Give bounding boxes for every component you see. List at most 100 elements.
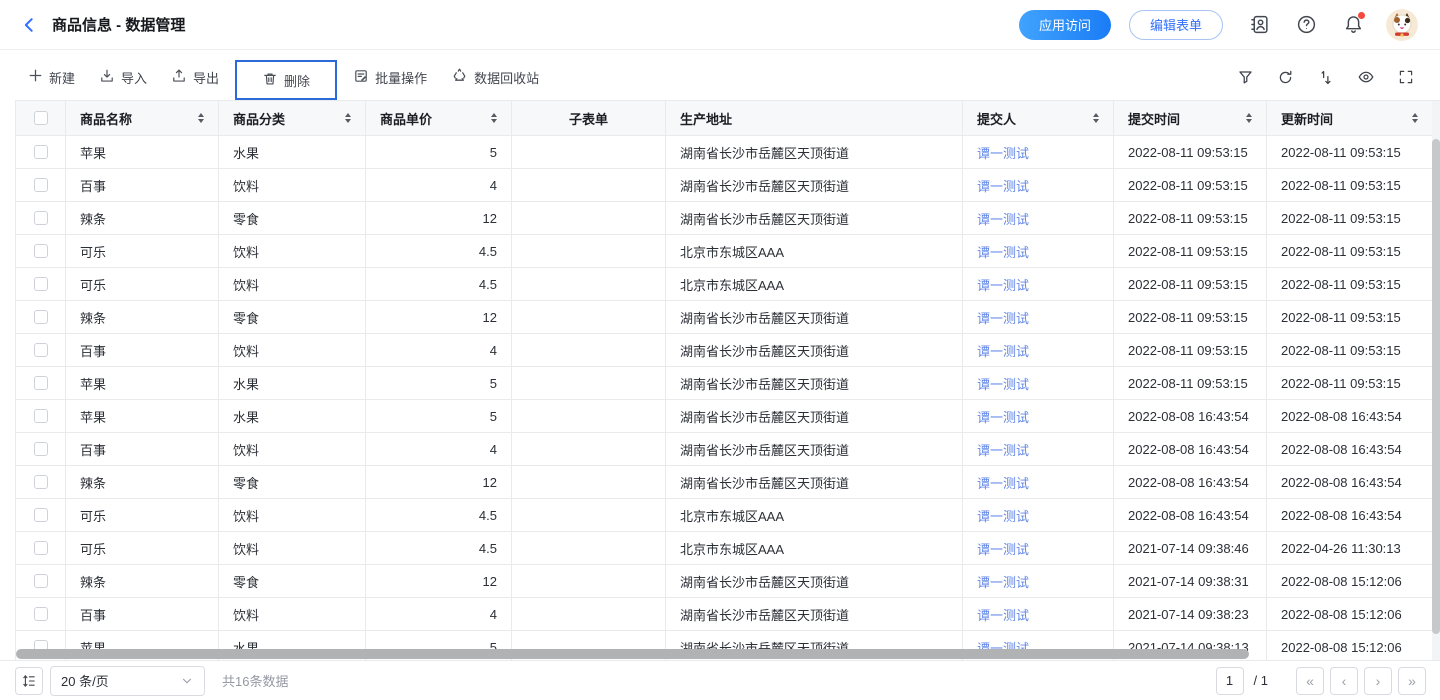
sort-arrows-icon[interactable] xyxy=(198,113,204,123)
table-row[interactable]: 辣条零食12湖南省长沙市岳麓区天顶街道谭一测试2022-08-11 09:53:… xyxy=(16,202,1440,235)
row-checkbox-cell[interactable] xyxy=(16,466,66,499)
vertical-scrollbar-thumb[interactable] xyxy=(1432,139,1440,634)
row-checkbox-cell[interactable] xyxy=(16,334,66,367)
row-checkbox[interactable] xyxy=(34,607,48,621)
row-checkbox-cell[interactable] xyxy=(16,400,66,433)
table-row[interactable]: 可乐饮料4.5北京市东城区AAA谭一测试2022-08-11 09:53:152… xyxy=(16,268,1440,301)
cell-submitter[interactable]: 谭一测试 xyxy=(963,598,1114,631)
prev-page-button[interactable]: ‹ xyxy=(1330,667,1358,695)
bell-icon[interactable] xyxy=(1343,14,1364,35)
row-checkbox-cell[interactable] xyxy=(16,532,66,565)
row-checkbox[interactable] xyxy=(34,211,48,225)
row-checkbox[interactable] xyxy=(34,145,48,159)
filter-icon[interactable] xyxy=(1237,69,1254,86)
row-checkbox-cell[interactable] xyxy=(16,367,66,400)
last-page-button[interactable]: » xyxy=(1398,667,1426,695)
cell-submitter[interactable]: 谭一测试 xyxy=(963,301,1114,334)
row-checkbox-cell[interactable] xyxy=(16,202,66,235)
table-row[interactable]: 苹果水果5湖南省长沙市岳麓区天顶街道谭一测试2022-08-11 09:53:1… xyxy=(16,136,1440,169)
table-row[interactable]: 辣条零食12湖南省长沙市岳麓区天顶街道谭一测试2021-07-14 09:38:… xyxy=(16,565,1440,598)
export-button[interactable]: 导出 xyxy=(171,68,219,87)
table-row[interactable]: 百事饮料4湖南省长沙市岳麓区天顶街道谭一测试2022-08-11 09:53:1… xyxy=(16,169,1440,202)
cell-submitter[interactable]: 谭一测试 xyxy=(963,400,1114,433)
row-checkbox[interactable] xyxy=(34,508,48,522)
select-all-cell[interactable] xyxy=(16,101,66,136)
row-checkbox[interactable] xyxy=(34,409,48,423)
row-checkbox[interactable] xyxy=(34,277,48,291)
eye-icon[interactable] xyxy=(1357,68,1375,86)
row-height-button[interactable] xyxy=(15,667,43,695)
table-row[interactable]: 可乐饮料4.5北京市东城区AAA谭一测试2021-07-14 09:38:462… xyxy=(16,532,1440,565)
row-checkbox[interactable] xyxy=(34,541,48,555)
row-checkbox-cell[interactable] xyxy=(16,136,66,169)
avatar[interactable] xyxy=(1386,9,1418,41)
row-checkbox[interactable] xyxy=(34,475,48,489)
table-row[interactable]: 辣条零食12湖南省长沙市岳麓区天顶街道谭一测试2022-08-11 09:53:… xyxy=(16,301,1440,334)
column-header-submitter[interactable]: 提交人 xyxy=(963,101,1114,136)
column-header-category[interactable]: 商品分类 xyxy=(219,101,366,136)
row-checkbox[interactable] xyxy=(34,343,48,357)
table-row[interactable]: 苹果水果5湖南省长沙市岳麓区天顶街道谭一测试2022-08-08 16:43:5… xyxy=(16,400,1440,433)
delete-button[interactable]: 删除 xyxy=(262,71,310,90)
row-checkbox[interactable] xyxy=(34,178,48,192)
row-checkbox[interactable] xyxy=(34,442,48,456)
column-header-update-time[interactable]: 更新时间 xyxy=(1267,101,1433,136)
row-checkbox[interactable] xyxy=(34,376,48,390)
table-row[interactable]: 百事饮料4湖南省长沙市岳麓区天顶街道谭一测试2022-08-11 09:53:1… xyxy=(16,334,1440,367)
row-checkbox[interactable] xyxy=(34,310,48,324)
cell-submitter[interactable]: 谭一测试 xyxy=(963,532,1114,565)
row-checkbox[interactable] xyxy=(34,244,48,258)
sort-arrows-icon[interactable] xyxy=(1246,113,1252,123)
first-page-button[interactable]: « xyxy=(1296,667,1324,695)
refresh-icon[interactable] xyxy=(1277,69,1294,86)
table-row[interactable]: 百事饮料4湖南省长沙市岳麓区天顶街道谭一测试2021-07-14 09:38:2… xyxy=(16,598,1440,631)
cell-submitter[interactable]: 谭一测试 xyxy=(963,565,1114,598)
cell-submitter[interactable]: 谭一测试 xyxy=(963,499,1114,532)
cell-submitter[interactable]: 谭一测试 xyxy=(963,136,1114,169)
edit-form-button[interactable]: 编辑表单 xyxy=(1129,10,1223,40)
select-all-checkbox[interactable] xyxy=(34,111,48,125)
help-icon[interactable] xyxy=(1296,14,1317,35)
column-header-name[interactable]: 商品名称 xyxy=(66,101,219,136)
back-icon[interactable] xyxy=(20,16,38,34)
table-row[interactable]: 苹果水果5湖南省长沙市岳麓区天顶街道谭一测试2022-08-11 09:53:1… xyxy=(16,367,1440,400)
column-header-submit-time[interactable]: 提交时间 xyxy=(1114,101,1267,136)
new-button[interactable]: 新建 xyxy=(28,68,75,87)
cell-submitter[interactable]: 谭一测试 xyxy=(963,367,1114,400)
page-number-input[interactable] xyxy=(1216,667,1244,695)
table-row[interactable]: 可乐饮料4.5北京市东城区AAA谭一测试2022-08-11 09:53:152… xyxy=(16,235,1440,268)
sort-arrows-icon[interactable] xyxy=(491,113,497,123)
row-checkbox-cell[interactable] xyxy=(16,565,66,598)
next-page-button[interactable]: › xyxy=(1364,667,1392,695)
cell-submitter[interactable]: 谭一测试 xyxy=(963,433,1114,466)
fullscreen-icon[interactable] xyxy=(1398,69,1414,85)
table-row[interactable]: 辣条零食12湖南省长沙市岳麓区天顶街道谭一测试2022-08-08 16:43:… xyxy=(16,466,1440,499)
recycle-bin-button[interactable]: 数据回收站 xyxy=(451,67,539,87)
import-button[interactable]: 导入 xyxy=(99,68,147,87)
row-checkbox-cell[interactable] xyxy=(16,235,66,268)
cell-submitter[interactable]: 谭一测试 xyxy=(963,235,1114,268)
row-checkbox-cell[interactable] xyxy=(16,169,66,202)
sort-icon[interactable] xyxy=(1317,69,1334,86)
horizontal-scrollbar-thumb[interactable] xyxy=(16,649,1249,659)
sort-arrows-icon[interactable] xyxy=(1093,113,1099,123)
column-header-price[interactable]: 商品单价 xyxy=(366,101,512,136)
row-checkbox[interactable] xyxy=(34,574,48,588)
cell-submitter[interactable]: 谭一测试 xyxy=(963,169,1114,202)
cell-submitter[interactable]: 谭一测试 xyxy=(963,202,1114,235)
cell-submitter[interactable]: 谭一测试 xyxy=(963,268,1114,301)
table-row[interactable]: 百事饮料4湖南省长沙市岳麓区天顶街道谭一测试2022-08-08 16:43:5… xyxy=(16,433,1440,466)
sort-arrows-icon[interactable] xyxy=(345,113,351,123)
row-checkbox-cell[interactable] xyxy=(16,268,66,301)
contacts-icon[interactable] xyxy=(1249,14,1270,35)
row-checkbox-cell[interactable] xyxy=(16,499,66,532)
row-checkbox-cell[interactable] xyxy=(16,301,66,334)
table-row[interactable]: 可乐饮料4.5北京市东城区AAA谭一测试2022-08-08 16:43:542… xyxy=(16,499,1440,532)
cell-submitter[interactable]: 谭一测试 xyxy=(963,334,1114,367)
page-size-select[interactable]: 20 条/页 xyxy=(50,666,205,696)
app-access-button[interactable]: 应用访问 xyxy=(1019,10,1111,40)
row-checkbox-cell[interactable] xyxy=(16,433,66,466)
cell-submitter[interactable]: 谭一测试 xyxy=(963,466,1114,499)
sort-arrows-icon[interactable] xyxy=(1412,113,1418,123)
batch-operation-button[interactable]: 批量操作 xyxy=(353,68,427,87)
